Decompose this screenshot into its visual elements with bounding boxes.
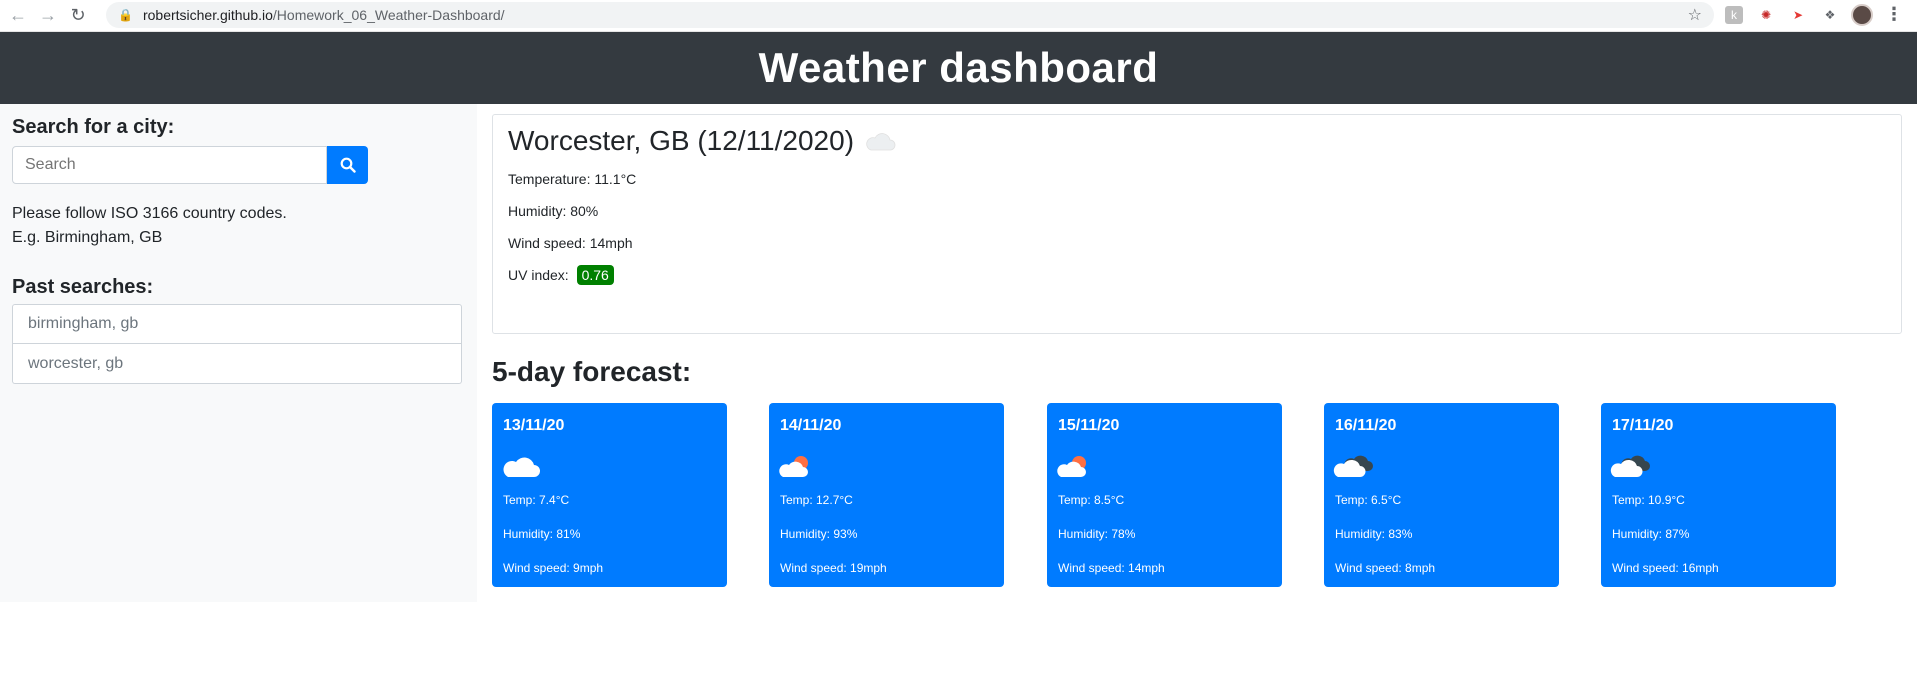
forecast-wind: Wind speed: 8mph <box>1335 561 1436 575</box>
forecast-temp: Temp: 12.7°C <box>780 493 853 507</box>
puzzle-icon[interactable]: ❖ <box>1821 6 1839 24</box>
past-search-item[interactable]: worcester, gb <box>12 344 462 384</box>
address-bar[interactable]: 🔒 robertsicher.github.io/Homework_06_Wea… <box>106 2 1714 28</box>
profile-avatar[interactable] <box>1851 4 1873 26</box>
forecast-temp: Temp: 6.5°C <box>1335 493 1402 507</box>
forward-arrow-icon[interactable]: → <box>36 4 60 28</box>
lock-icon: 🔒 <box>118 8 133 22</box>
forecast-temp: Temp: 10.9°C <box>1612 493 1685 507</box>
reload-icon[interactable]: ↻ <box>66 4 90 28</box>
sun-cloud-icon <box>779 456 808 477</box>
forecast-card: 16/11/20 Temp: 6.5°C Humidity: 83% Wind … <box>1324 403 1559 587</box>
forecast-date: 13/11/20 <box>503 417 565 434</box>
forecast-humidity: Humidity: 83% <box>1335 527 1413 541</box>
bookmark-star-icon[interactable]: ☆ <box>1688 5 1702 25</box>
forecast-humidity: Humidity: 78% <box>1058 527 1136 541</box>
sidebar: Search for a city: Please follow ISO 316… <box>0 104 477 602</box>
search-hint-line2: E.g. Birmingham, GB <box>12 229 163 246</box>
forecast-card: 14/11/20 Temp: 12.7°C Humidity: 93% Wind… <box>769 403 1004 587</box>
forecast-date: 15/11/20 <box>1058 417 1120 434</box>
cloud-icon <box>866 133 896 151</box>
kebab-menu-icon[interactable]: ⋮ <box>1885 4 1903 25</box>
current-weather-title: Worcester, GB (12/11/2020) <box>508 125 896 157</box>
current-wind: Wind speed: 14mph <box>508 235 633 251</box>
url-path: /Homework_06_Weather-Dashboard/ <box>272 7 505 23</box>
forecast-wind: Wind speed: 19mph <box>780 561 887 575</box>
past-searches-list: birmingham, gb worcester, gb <box>12 304 462 384</box>
city-date-heading: Worcester, GB (12/11/2020) <box>508 125 855 156</box>
forecast-card: 13/11/20 Temp: 7.4°C Humidity: 81% Wind … <box>492 403 727 587</box>
uv-badge: 0.76 <box>576 265 614 285</box>
current-humidity: Humidity: 80% <box>508 203 599 219</box>
forecast-humidity: Humidity: 81% <box>503 527 581 541</box>
sun-cloud-icon <box>1057 456 1086 477</box>
page-header: Weather dashboard <box>0 32 1917 104</box>
forecast-date: 17/11/20 <box>1612 417 1674 434</box>
current-temperature: Temperature: 11.1°C <box>508 171 637 187</box>
forecast-humidity: Humidity: 93% <box>780 527 858 541</box>
uv-label: UV index: <box>508 267 569 283</box>
search-heading: Search for a city: <box>12 116 175 138</box>
broken-clouds-icon <box>1610 455 1650 477</box>
current-weather-card: Worcester, GB (12/11/2020) Temperature: … <box>492 114 1902 334</box>
forecast-humidity: Humidity: 87% <box>1612 527 1690 541</box>
forecast-heading: 5-day forecast: <box>492 356 692 387</box>
search-button[interactable] <box>327 146 368 184</box>
forecast-wind: Wind speed: 16mph <box>1612 561 1719 575</box>
search-input[interactable] <box>12 146 327 184</box>
current-uv: UV index: 0.76 <box>508 265 614 285</box>
forecast-temp: Temp: 8.5°C <box>1058 493 1125 507</box>
url-host: robertsicher.github.io <box>142 7 273 23</box>
forecast-card: 15/11/20 Temp: 8.5°C Humidity: 78% Wind … <box>1047 403 1282 587</box>
search-hint: Please follow ISO 3166 country codes. E.… <box>12 202 287 250</box>
search-icon <box>340 157 356 173</box>
browser-toolbar: ← → ↻ 🔒 robertsicher.github.io/Homework_… <box>0 0 1917 32</box>
forecast-date: 14/11/20 <box>780 417 842 434</box>
broken-clouds-icon <box>1333 455 1373 477</box>
forecast-date: 16/11/20 <box>1335 417 1397 434</box>
extension-bug-icon[interactable]: ✺ <box>1757 6 1775 24</box>
extension-arrow-icon[interactable]: ➤ <box>1789 6 1807 24</box>
forecast-temp: Temp: 7.4°C <box>503 493 570 507</box>
past-search-item[interactable]: birmingham, gb <box>12 304 462 344</box>
search-hint-line1: Please follow ISO 3166 country codes. <box>12 205 287 222</box>
cloud-icon <box>503 457 540 477</box>
past-searches-heading: Past searches: <box>12 276 154 298</box>
forecast-wind: Wind speed: 9mph <box>503 561 604 575</box>
page-title: Weather dashboard <box>758 44 1159 91</box>
back-arrow-icon[interactable]: ← <box>6 4 30 28</box>
forecast-card: 17/11/20 Temp: 10.9°C Humidity: 87% Wind… <box>1601 403 1836 587</box>
extension-k-icon[interactable]: k <box>1725 6 1743 24</box>
forecast-wind: Wind speed: 14mph <box>1058 561 1165 575</box>
